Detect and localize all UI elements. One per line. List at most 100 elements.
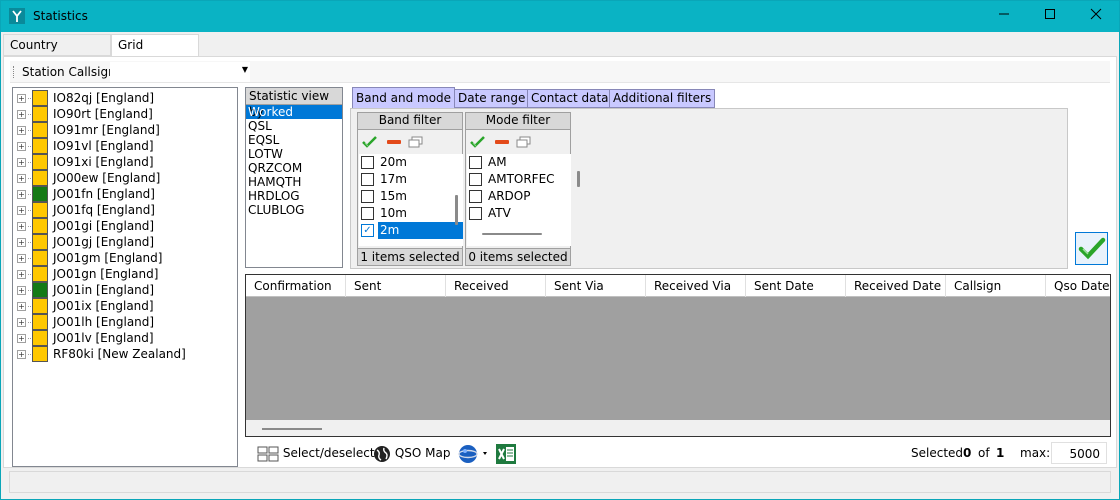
tree-item[interactable]: + JO01lh [England]: [17, 314, 154, 330]
tree-item[interactable]: + JO01lv [England]: [17, 330, 154, 346]
expand-icon[interactable]: +: [17, 349, 26, 359]
tree-item[interactable]: + IO91vl [England]: [17, 138, 154, 154]
tab-grid-statistics[interactable]: Grid Statistics: [111, 34, 199, 72]
mode-filter-item[interactable]: ARDOP: [467, 188, 571, 205]
mode-scrollbar[interactable]: [577, 171, 580, 187]
grid-column-header[interactable]: Confirmation: [246, 275, 346, 297]
qso-grid[interactable]: Confirmation Sent Received Sent Via Received…: [245, 274, 1111, 437]
grid-column-header[interactable]: Received Via: [646, 275, 746, 297]
grid-column-header[interactable]: Received Date: [846, 275, 946, 297]
statistic-view-item[interactable]: LOTW: [246, 147, 342, 161]
tree-item[interactable]: + IO91xi [England]: [17, 154, 154, 170]
statistic-view-item[interactable]: EQSL: [246, 133, 342, 147]
tab-contact-data[interactable]: Contact data: [527, 89, 613, 108]
expand-icon[interactable]: +: [17, 285, 26, 295]
mode-filter-item[interactable]: ATV: [467, 205, 571, 222]
expand-icon[interactable]: +: [17, 333, 26, 343]
expand-icon[interactable]: +: [17, 237, 26, 247]
maximize-button[interactable]: [1027, 1, 1073, 32]
hscroll-thumb[interactable]: [262, 428, 322, 430]
tab-band-and-mode[interactable]: Band and mode: [352, 87, 456, 109]
toolbar-grip[interactable]: [13, 66, 15, 78]
tree-item[interactable]: + JO00ew [England]: [17, 170, 160, 186]
tree-item[interactable]: + JO01gm [England]: [17, 250, 162, 266]
chevron-down-icon[interactable]: ▼: [242, 65, 248, 74]
statistic-view-item[interactable]: QRZCOM: [246, 161, 342, 175]
expand-icon[interactable]: +: [17, 253, 26, 263]
window-icon[interactable]: [516, 135, 532, 149]
expand-icon[interactable]: +: [17, 269, 26, 279]
statistic-view-item[interactable]: QSL: [246, 119, 342, 133]
station-callsign-combo[interactable]: ▼: [110, 62, 250, 82]
grid-tree[interactable]: + IO82qj [England] + IO90rt [England] + IO91m…: [12, 87, 238, 467]
band-filter-item[interactable]: 15m: [359, 188, 463, 205]
mode-filter-item[interactable]: AM: [467, 154, 571, 171]
tree-item[interactable]: + IO90rt [England]: [17, 106, 153, 122]
band-filter-item[interactable]: 17m: [359, 171, 463, 188]
statistic-view-item[interactable]: HAMQTH: [246, 175, 342, 189]
tree-item[interactable]: + JO01fn [England]: [17, 186, 155, 202]
expand-icon[interactable]: +: [17, 205, 26, 215]
grid-column-header[interactable]: Callsign: [946, 275, 1046, 297]
checkbox[interactable]: [361, 190, 374, 203]
checkbox[interactable]: [469, 190, 482, 203]
expand-icon[interactable]: +: [17, 301, 26, 311]
checkbox[interactable]: [469, 173, 482, 186]
tree-item[interactable]: + JO01fq [England]: [17, 202, 155, 218]
statistic-view-item[interactable]: CLUBLOG: [246, 203, 342, 217]
expand-icon[interactable]: +: [17, 109, 26, 119]
band-scrollbar[interactable]: [455, 195, 458, 225]
checkbox[interactable]: [361, 207, 374, 220]
tree-item[interactable]: + JO01gj [England]: [17, 234, 154, 250]
globe-dropdown-button[interactable]: [457, 442, 489, 464]
minus-icon[interactable]: [494, 135, 510, 149]
statistic-view-item[interactable]: HRDLOG: [246, 189, 342, 203]
mode-hscrollbar[interactable]: [482, 233, 542, 235]
tab-date-range[interactable]: Date range: [454, 89, 530, 108]
excel-button[interactable]: [495, 442, 517, 464]
statistic-view-item[interactable]: Worked: [246, 105, 342, 119]
qso-map-button[interactable]: QSO Map: [373, 442, 450, 464]
grid-column-header[interactable]: Sent Via: [546, 275, 646, 297]
expand-icon[interactable]: +: [17, 157, 26, 167]
expand-icon[interactable]: +: [17, 173, 26, 183]
band-filter-item[interactable]: ✓ 2m: [359, 222, 463, 239]
expand-icon[interactable]: +: [17, 125, 26, 135]
tree-item[interactable]: + JO01ix [England]: [17, 298, 154, 314]
grid-column-header[interactable]: Received: [446, 275, 546, 297]
band-filter-list[interactable]: 20m 17m 15m 10m ✓ 2m: [359, 154, 463, 246]
checkbox[interactable]: ✓: [361, 224, 374, 237]
minus-icon[interactable]: [386, 135, 402, 149]
tab-additional-filters[interactable]: Additional filters: [609, 89, 716, 108]
tree-item[interactable]: + IO91mr [England]: [17, 122, 160, 138]
title-bar[interactable]: Statistics: [1, 1, 1119, 32]
window-icon[interactable]: [408, 135, 424, 149]
minimize-button[interactable]: [981, 1, 1027, 32]
grid-column-header[interactable]: Qso Date: [1046, 275, 1110, 297]
check-icon[interactable]: [362, 135, 378, 149]
statistic-view-list[interactable]: Statistic view by WorkedQSLEQSLLOTWQRZCO…: [245, 87, 343, 268]
grid-column-header[interactable]: Sent Date: [746, 275, 846, 297]
checkbox[interactable]: [361, 173, 374, 186]
check-icon[interactable]: [470, 135, 486, 149]
checkbox[interactable]: [469, 207, 482, 220]
apply-button[interactable]: [1075, 232, 1108, 265]
max-input[interactable]: 5000: [1051, 442, 1107, 464]
expand-icon[interactable]: +: [17, 141, 26, 151]
tree-item[interactable]: + JO01in [England]: [17, 282, 154, 298]
tree-item[interactable]: + RF80ki [New Zealand]: [17, 346, 186, 362]
grid-hscrollbar[interactable]: [246, 420, 1110, 436]
tree-item[interactable]: + JO01gn [England]: [17, 266, 158, 282]
select-deselect-button[interactable]: Select/deselect: [257, 442, 375, 464]
tab-country-statistics[interactable]: Country Statistics: [3, 34, 111, 72]
tree-item[interactable]: + JO01gi [England]: [17, 218, 154, 234]
band-filter-item[interactable]: 20m: [359, 154, 463, 171]
expand-icon[interactable]: +: [17, 221, 26, 231]
checkbox[interactable]: [469, 156, 482, 169]
tree-item[interactable]: + IO82qj [England]: [17, 90, 154, 106]
expand-icon[interactable]: +: [17, 317, 26, 327]
expand-icon[interactable]: +: [17, 93, 26, 103]
grid-column-header[interactable]: Sent: [346, 275, 446, 297]
band-filter-item[interactable]: 10m: [359, 205, 463, 222]
expand-icon[interactable]: +: [17, 189, 26, 199]
